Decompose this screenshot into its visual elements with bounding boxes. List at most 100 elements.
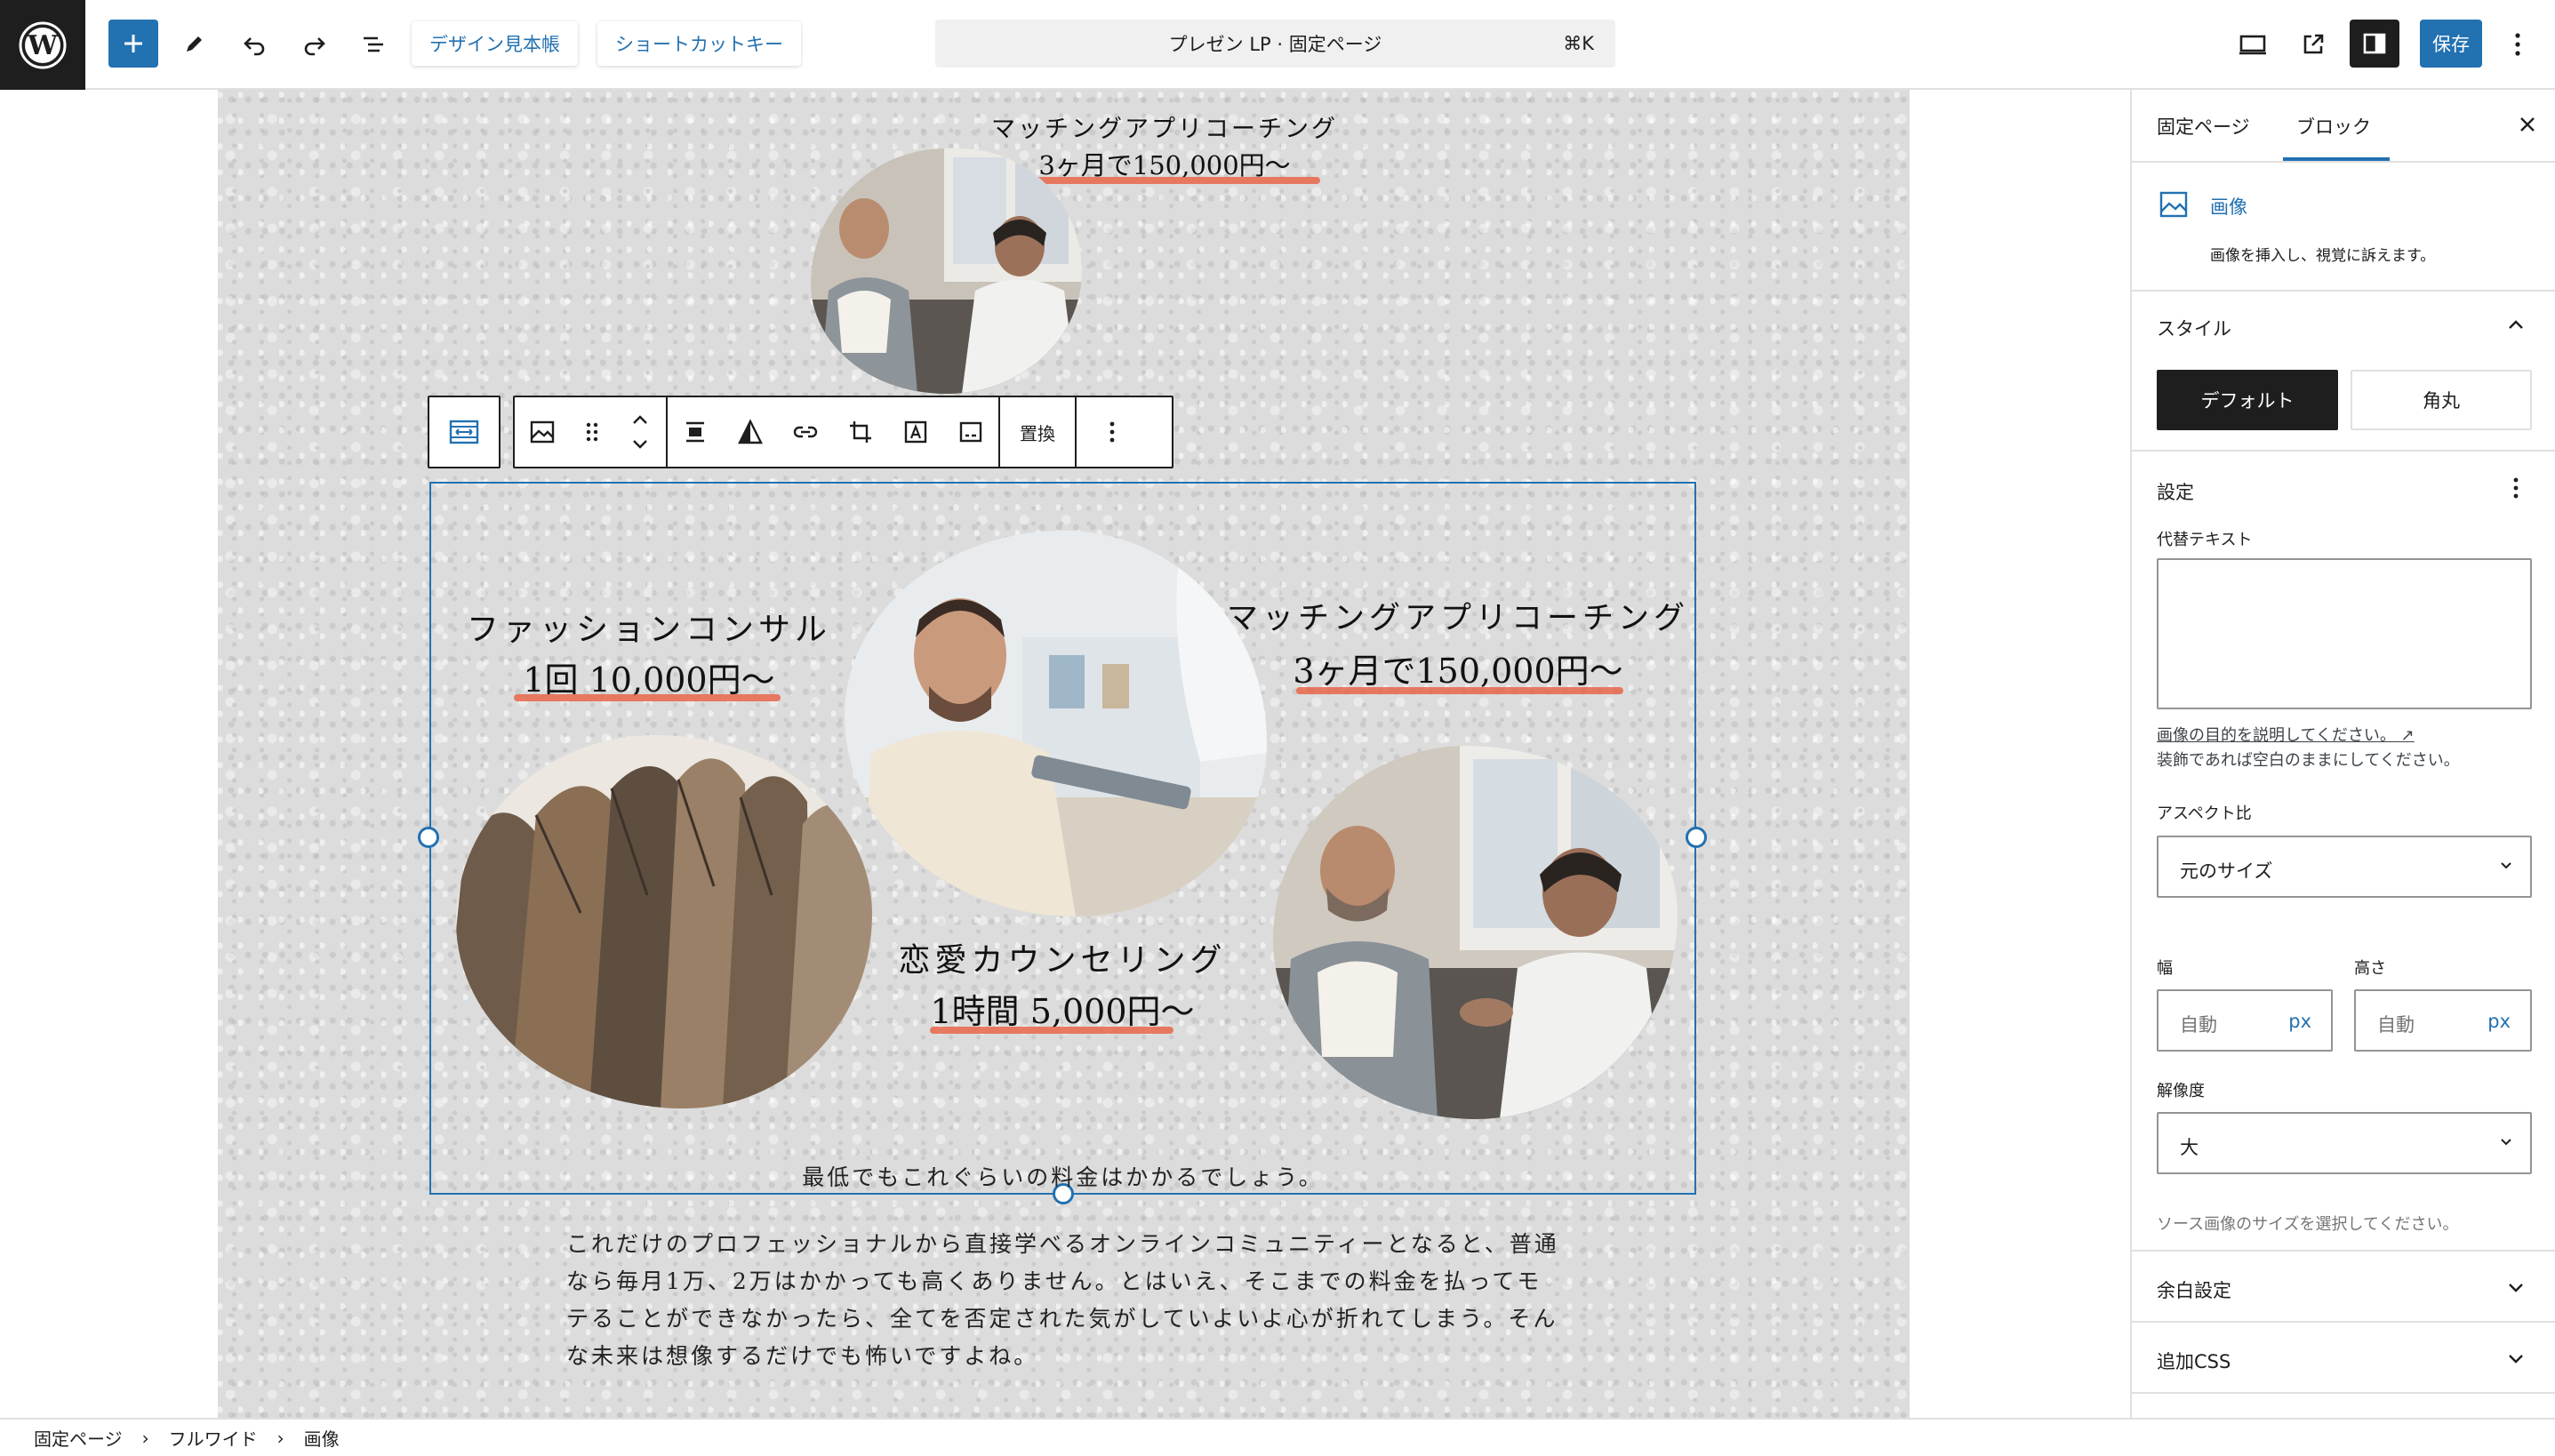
wordpress-logo-icon[interactable]: W (0, 0, 85, 90)
link-button[interactable] (778, 397, 833, 467)
love-title: 恋愛カウンセリング (898, 942, 1227, 979)
move-up-down-button[interactable] (614, 397, 666, 467)
text-over-image-icon (904, 420, 927, 444)
custom-css-panel[interactable]: 追加CSS (2132, 1323, 2555, 1394)
tools-button[interactable] (174, 25, 213, 64)
block-toolbar: 置換 (513, 396, 1173, 468)
settings-options-button[interactable] (2512, 476, 2519, 503)
caption-button[interactable] (943, 397, 998, 467)
text-overlay-button[interactable] (888, 397, 943, 467)
tab-page[interactable]: 固定ページ (2157, 113, 2250, 140)
image-icon (530, 420, 555, 444)
image-caption[interactable]: 最低でもこれぐらいの料金はかかるでしょう。 (429, 1160, 1696, 1192)
paragraph-line: なら毎月1万、2万はかかっても高くありません。とはいえ、そこまでの料金を払ってモ (566, 1268, 1542, 1294)
alt-help-text: 装飾であれば空白のままにしてください。 (2157, 751, 2460, 770)
redo-button[interactable] (295, 25, 334, 64)
resize-handle-left[interactable] (418, 827, 439, 848)
spacing-heading: 余白設定 (2157, 1280, 2231, 1301)
spacing-panel[interactable]: 余白設定 (2132, 1252, 2555, 1323)
add-block-button[interactable] (108, 20, 158, 68)
height-label: 高さ (2354, 959, 2386, 978)
breadcrumb-item-fullwide[interactable]: フルワイド (169, 1425, 258, 1451)
svg-text:W: W (27, 30, 59, 61)
body-paragraph[interactable]: これだけのプロフェッショナルから直接学べるオンラインコミュニティーとなると、普通… (566, 1226, 1562, 1375)
block-card: 画像 画像を挿入し、視覚に訴えます。 (2132, 163, 2555, 292)
alt-help-link[interactable]: 画像の目的を説明してください。 ↗ (2157, 723, 2415, 746)
alt-text-label: 代替テキスト (2157, 531, 2253, 549)
alt-text-field[interactable] (2157, 558, 2532, 709)
css-heading: 追加CSS (2157, 1351, 2231, 1372)
shortcut-button[interactable]: ショートカットキー (597, 21, 801, 66)
settings-sidebar-toggle[interactable] (2350, 20, 2399, 68)
chevron-down-icon (2509, 1284, 2523, 1292)
height-unit[interactable]: px (2487, 1011, 2511, 1032)
styles-heading[interactable]: スタイル (2157, 315, 2231, 341)
duotone-button[interactable] (723, 397, 778, 467)
resize-handle-right[interactable] (1686, 827, 1707, 848)
top-card-underline (1013, 177, 1320, 184)
toolbar-group-block (515, 397, 668, 467)
toolbar-group-format (668, 397, 1000, 467)
close-sidebar-button[interactable] (2516, 113, 2543, 140)
pen-icon (187, 36, 202, 52)
toolbar-group-options (1077, 397, 1148, 467)
chevron-up-icon[interactable] (2505, 315, 2527, 340)
select-parent-button[interactable] (429, 397, 499, 467)
style-rounded-button[interactable]: 角丸 (2351, 370, 2532, 430)
paragraph-line: これだけのプロフェッショナルから直接学べるオンラインコミュニティーとなると、普通 (566, 1231, 1559, 1257)
height-placeholder: 自動 (2377, 1014, 2415, 1036)
aspect-ratio-select[interactable]: 元のサイズ (2157, 836, 2532, 898)
styles-panel: スタイル デフォルト 角丸 (2132, 292, 2555, 452)
toolbar-group-replace: 置換 (1000, 397, 1077, 467)
link-icon (793, 426, 818, 438)
love-underline (930, 1027, 1173, 1034)
drag-handle-icon (586, 422, 598, 442)
settings-sidebar: 固定ページ ブロック 画像 画像を挿入し、視覚に訴えます。 スタイル デフォルト… (2130, 90, 2555, 1418)
alt-help-link-text: 画像の目的を説明してください。 (2157, 726, 2396, 745)
replace-button[interactable]: 置換 (1000, 397, 1075, 467)
block-parent-toolbar (428, 396, 501, 468)
height-input[interactable]: 自動 px (2354, 989, 2532, 1052)
breadcrumb-item-page[interactable]: 固定ページ (34, 1425, 123, 1451)
width-placeholder: 自動 (2180, 1014, 2217, 1036)
options-button[interactable] (2498, 25, 2537, 64)
align-button[interactable] (668, 397, 723, 467)
view-page-button[interactable] (2294, 25, 2333, 64)
width-label: 幅 (2157, 959, 2173, 978)
document-overview-button[interactable] (354, 25, 393, 64)
block-breadcrumb: 固定ページ › フルワイド › 画像 (0, 1418, 2555, 1456)
resolution-value: 大 (2180, 1137, 2199, 1158)
resolution-label: 解像度 (2157, 1082, 2205, 1100)
duotone-icon (738, 419, 763, 444)
width-input[interactable]: 自動 px (2157, 989, 2333, 1052)
command-palette-bar[interactable]: プレゼン LP · 固定ページ ⌘K (935, 20, 1615, 68)
drag-handle[interactable] (570, 397, 614, 467)
more-vertical-icon (2515, 33, 2520, 56)
command-shortcut: ⌘K (1563, 33, 1594, 54)
full-width-icon (449, 420, 479, 444)
chevron-down-icon (2501, 1139, 2511, 1146)
crop-button[interactable] (833, 397, 888, 467)
sidebar-tabs: 固定ページ ブロック (2132, 90, 2555, 163)
block-options-button[interactable] (1077, 397, 1148, 467)
style-default-button[interactable]: デフォルト (2157, 370, 2338, 430)
chevron-right-icon: › (141, 1427, 149, 1449)
external-arrow-icon: ↗ (2400, 726, 2415, 745)
top-card-title: マッチングアプリコーチング (991, 116, 1338, 143)
matching-title: マッチングアプリコーチング (1226, 601, 1689, 636)
breadcrumb-item-image: 画像 (303, 1428, 340, 1450)
document-title: プレゼン LP · 固定ページ (1168, 34, 1382, 55)
image-block-icon (2159, 189, 2189, 223)
tab-block[interactable]: ブロック (2296, 113, 2371, 140)
save-button[interactable]: 保存 (2420, 20, 2482, 68)
preview-button[interactable] (2233, 25, 2272, 64)
resolution-help: ソース画像のサイズを選択してください。 (2157, 1215, 2459, 1234)
matching-underline (1296, 687, 1623, 694)
block-description: 画像を挿入し、視覚に訴えます。 (2210, 247, 2436, 265)
resolution-select[interactable]: 大 (2157, 1112, 2532, 1174)
width-unit[interactable]: px (2288, 1011, 2311, 1032)
undo-button[interactable] (235, 25, 274, 64)
block-name: 画像 (2210, 196, 2247, 218)
design-book-button[interactable]: デザイン見本帳 (412, 21, 578, 66)
block-type-button[interactable] (515, 397, 570, 467)
